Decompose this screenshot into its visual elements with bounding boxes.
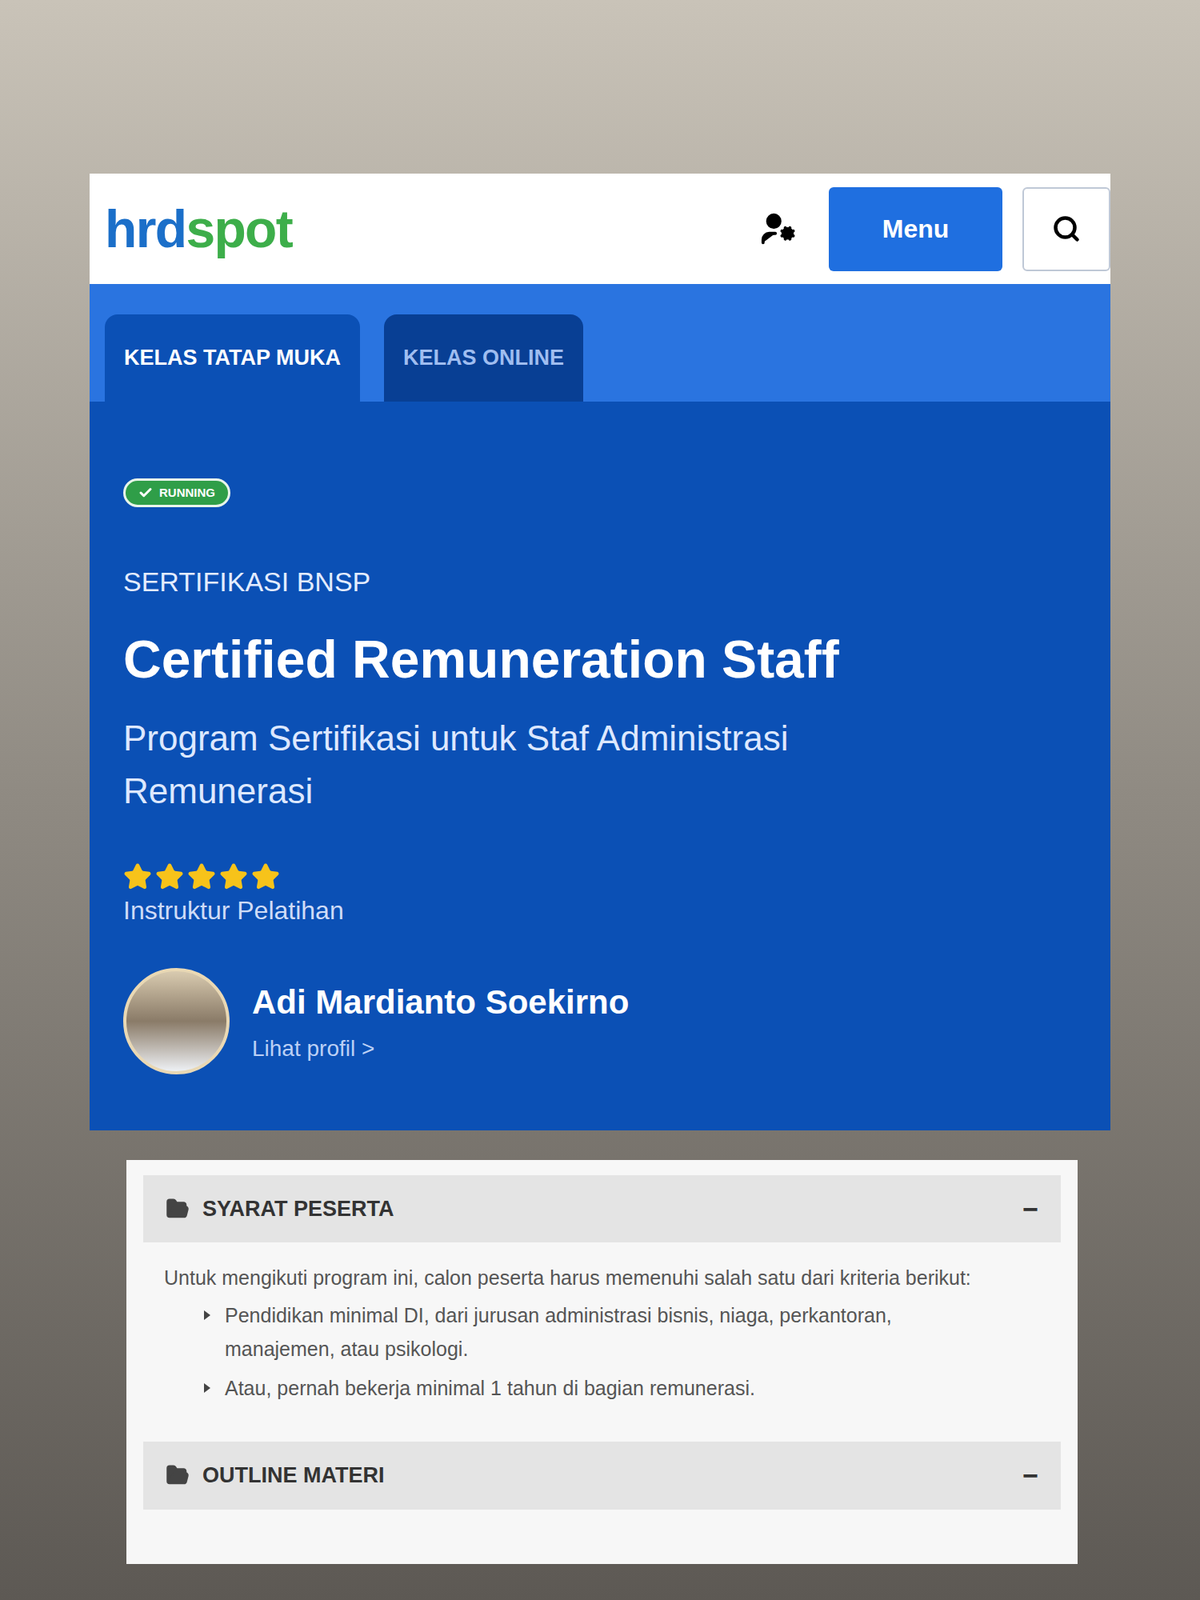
bullet-icon — [204, 1383, 211, 1393]
requirement-item: Pendidikan minimal DI, dari jurusan admi… — [204, 1299, 1040, 1366]
course-hero: RUNNING SERTIFIKASI BNSP Certified Remuner… — [89, 401, 1111, 1131]
profile-link[interactable]: Lihat profil > — [252, 1032, 629, 1066]
course-tab[interactable]: KELAS ONLINE — [384, 314, 584, 402]
section-content: Untuk mengikuti program ini, calon peser… — [143, 1242, 1061, 1420]
section-title: OUTLINE MATERI — [202, 1459, 384, 1492]
requirement-item: Atau, pernah bekerja minimal 1 tahun di … — [204, 1372, 1040, 1405]
course-tab[interactable]: KELAS TATAP MUKA — [104, 314, 360, 402]
logo[interactable]: hrdspot — [104, 202, 292, 256]
tab-bar: KELAS TATAP MUKA KELAS ONLINE — [89, 284, 1111, 402]
user-settings-icon[interactable] — [760, 210, 797, 248]
folder-open-icon — [165, 1196, 190, 1221]
star-icon — [219, 862, 248, 892]
toggle-icon[interactable]: − — [1022, 1195, 1039, 1223]
details-card: SYARAT PESERTA − Untuk mengikuti program i… — [126, 1160, 1078, 1564]
course-subtitle: Program Sertifikasi untuk Staf Administr… — [123, 712, 964, 818]
menu-button[interactable]: Menu — [828, 187, 1003, 272]
section-intro: Untuk mengikuti program ini, calon peser… — [164, 1261, 1028, 1295]
folder-open-icon — [165, 1463, 190, 1488]
instructor-name: Adi Mardianto Soekirno — [252, 976, 629, 1028]
accordion-section: OUTLINE MATERI − — [143, 1441, 1061, 1510]
course-title: Certified Remuneration Staff — [123, 626, 1077, 693]
instructor-label: Instruktur Pelatihan — [123, 891, 1077, 930]
star-icon — [251, 862, 280, 892]
star-icon — [187, 862, 216, 892]
accordion-section: SYARAT PESERTA − Untuk mengikuti program i… — [143, 1175, 1061, 1420]
star-icon — [155, 862, 184, 892]
rating-stars — [123, 862, 1077, 892]
section-title: SYARAT PESERTA — [202, 1192, 395, 1226]
search-button[interactable] — [1022, 187, 1111, 272]
bullet-icon — [204, 1310, 211, 1320]
star-icon — [123, 862, 152, 892]
status-badge: RUNNING — [123, 478, 231, 508]
site-header: hrdspot Menu — [89, 173, 1111, 284]
toggle-icon[interactable]: − — [1022, 1461, 1039, 1489]
instructor: Adi Mardianto Soekirno Lihat profil > — [123, 968, 1077, 1075]
accordion-header[interactable]: OUTLINE MATERI − — [143, 1441, 1061, 1510]
check-icon — [138, 485, 153, 500]
course-category: SERTIFIKASI BNSP — [123, 561, 1077, 603]
instructor-avatar[interactable] — [123, 968, 230, 1075]
search-icon — [1052, 214, 1081, 244]
accordion-header[interactable]: SYARAT PESERTA − — [143, 1175, 1061, 1244]
video-frame: hrdspotMenuKELAS TATAP MUKAKELAS ONLINER… — [0, 0, 1200, 1600]
website-card: hrdspotMenuKELAS TATAP MUKAKELAS ONLINER… — [89, 173, 1111, 1131]
